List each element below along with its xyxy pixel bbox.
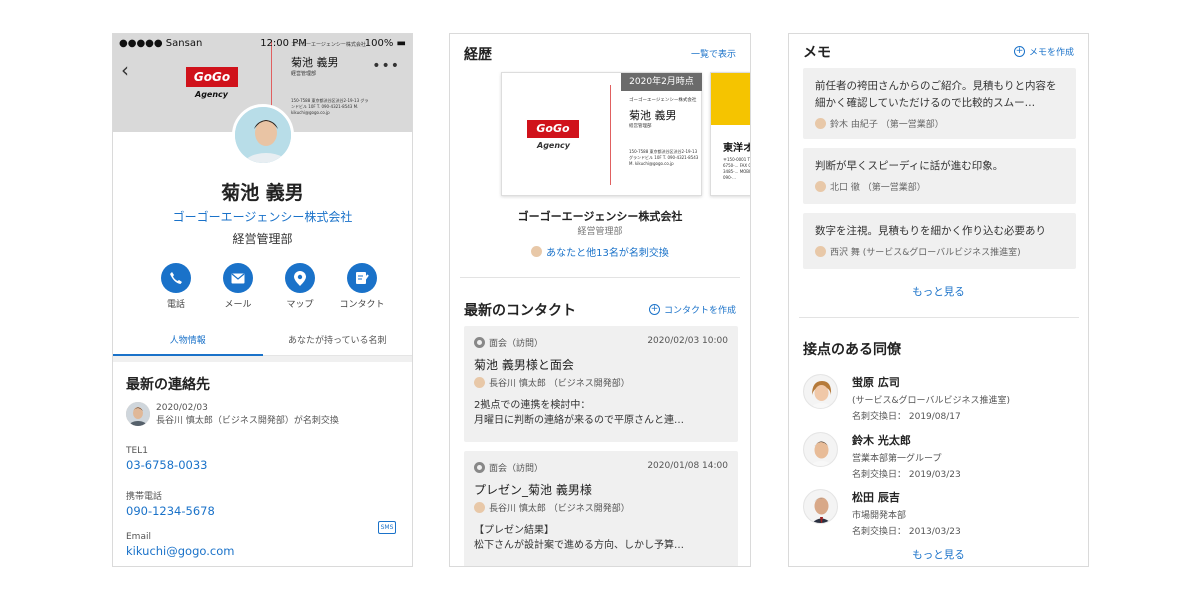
tab-your-cards[interactable]: あなたが持っている名刺 <box>262 332 412 356</box>
colleague-item[interactable]: 松田 辰吉 市場開発本部 名刺交換日： 2013/03/23 <box>803 489 961 537</box>
meeting-icon <box>474 462 485 473</box>
memo-title: メモ <box>803 45 831 61</box>
avatar <box>126 402 150 426</box>
mail-icon <box>231 273 245 283</box>
company-logo: GoGo <box>527 120 579 138</box>
avatar <box>803 374 838 409</box>
call-button[interactable]: 電話 <box>158 263 194 310</box>
map-button[interactable]: マップ <box>282 263 318 310</box>
company-link[interactable]: ゴーゴーエージェンシー株式会社 <box>113 208 412 225</box>
avatar <box>815 246 826 257</box>
avatar <box>803 432 838 467</box>
contacts-title: 最新のコンタクト <box>464 303 576 319</box>
profile-tabs: 人物情報 あなたが持っている名刺 <box>113 332 412 356</box>
create-contact-button[interactable]: + コンタクトを作成 <box>648 303 736 316</box>
contact-info-section: 最新の連絡先 2020/02/03 長谷川 慎太郎（ビジネス開発部）が名刺交換 … <box>113 356 412 566</box>
card-company-name: ゴーゴーエージェンシー株式会社 <box>517 210 683 223</box>
avatar <box>815 181 826 192</box>
memo-item[interactable]: 判断が早くスピーディに話が進む印象。 北口 徹 （第一営業部） <box>803 148 1076 204</box>
memo-item[interactable]: 前任者の袴田さんからのご紹介。見積もりと内容を細かく確認していただけるので比較的… <box>803 68 1076 139</box>
memo-more-link[interactable]: もっと見る <box>789 284 1088 299</box>
mobile-field: 携帯電話 090-1234-5678 <box>126 492 215 518</box>
contact-card[interactable]: 面会（訪問） 2020/02/03 10:00 菊池 義男様と面会 長谷川 慎太… <box>464 326 738 442</box>
plus-circle-icon: + <box>1013 46 1025 57</box>
action-bar: 電話 メール マップ コンタクト <box>158 263 385 310</box>
contact-button[interactable]: コンタクト <box>339 263 385 310</box>
tel-field: TEL1 03-6758-0033 <box>126 446 208 472</box>
email-link[interactable]: kikuchi@gogo.com <box>126 544 234 558</box>
map-pin-icon <box>294 270 306 286</box>
company-logo: GoGo <box>186 67 238 87</box>
email-field: Email kikuchi@gogo.com <box>126 532 235 558</box>
status-time: 12:00 PM <box>260 37 307 49</box>
person-name: 菊池 義男 <box>221 182 304 204</box>
colleagues-more-link[interactable]: もっと見る <box>789 547 1088 562</box>
avatar <box>815 118 826 129</box>
meeting-icon <box>474 337 485 348</box>
contact-card[interactable]: 面会（訪問） 2020/01/08 14:00 プレゼン_菊池 義男様 長谷川 … <box>464 451 738 566</box>
avatar <box>531 246 543 257</box>
recent-date: 2020/02/03 <box>156 403 208 413</box>
mail-button[interactable]: メール <box>220 263 256 310</box>
colleagues-title: 接点のある同僚 <box>803 342 901 358</box>
card-name: 菊池 義男 <box>291 56 339 69</box>
business-card-image[interactable]: GoGo Agency ゴーゴーエージェンシー株式会社 菊池 義男 経営管理部 … <box>501 72 702 196</box>
avatar <box>803 489 838 524</box>
tab-person-info[interactable]: 人物情報 <box>113 332 263 356</box>
colleague-item[interactable]: 鈴木 光太郎 営業本部第一グループ 名刺交換日： 2019/03/23 <box>803 432 961 480</box>
recent-desc: 長谷川 慎太郎（ビジネス開発部）が名刺交換 <box>156 416 339 426</box>
create-memo-button[interactable]: + メモを作成 <box>1013 45 1074 58</box>
card-department: 経営管理部 <box>577 227 623 237</box>
avatar <box>474 502 485 513</box>
history-panel: 経歴 一覧で表示 GoGo Agency ゴーゴーエージェンシー株式会社 菊池 … <box>449 33 751 567</box>
profile-panel: GoGo Agency ゴーゴーエージェンシー株式会社 菊池 義男 経営管理部 … <box>112 33 413 567</box>
phone-icon <box>170 272 182 284</box>
exchange-link[interactable]: あなたと他13名が名刺交換 <box>450 244 750 259</box>
view-list-link[interactable]: 一覧で表示 <box>691 47 736 60</box>
tel-link[interactable]: 03-6758-0033 <box>126 458 207 472</box>
back-chevron-icon[interactable]: ‹ <box>121 58 129 82</box>
card-address: 150-7588 東京都渋谷区渋谷2-19-13 グランドビル 10F T. 0… <box>291 98 369 115</box>
memo-item[interactable]: 数字を注視。見積もりを細かく作り込む必要あり 西沢 舞 (サービス&グローバルビ… <box>803 213 1076 269</box>
recent-contact-row: 2020/02/03 長谷川 慎太郎（ビジネス開発部）が名刺交換 <box>126 402 339 428</box>
card-dept: 経営管理部 <box>291 71 317 77</box>
more-options-icon[interactable]: ••• <box>372 58 400 74</box>
department: 経営管理部 <box>232 232 293 246</box>
company-logo-sub: Agency <box>195 90 228 99</box>
status-battery: 100% ▬ <box>364 37 406 49</box>
plus-circle-icon: + <box>648 304 660 315</box>
date-badge: 2020年2月時点 <box>621 73 702 91</box>
sms-icon[interactable]: SMS <box>378 521 396 534</box>
colleague-item[interactable]: 蛍原 広司 (サービス&グローバルビジネス推進室) 名刺交換日： 2019/08… <box>803 374 1010 422</box>
status-carrier: ●●●●● Sansan <box>119 37 203 49</box>
divider <box>460 277 740 278</box>
business-card-next[interactable]: 東洋オ 〒150-0001 TEL 03-6750-... FAX 03-348… <box>710 72 750 196</box>
company-logo-sub: Agency <box>537 141 570 150</box>
avatar <box>232 104 294 166</box>
history-title: 経歴 <box>464 47 492 63</box>
memo-panel: メモ + メモを作成 前任者の袴田さんからのご紹介。見積もりと内容を細かく確認し… <box>788 33 1089 567</box>
divider <box>799 317 1079 318</box>
status-bar: ●●●●● Sansan 12:00 PM 100% ▬ <box>113 34 412 52</box>
avatar <box>474 377 485 388</box>
mobile-link[interactable]: 090-1234-5678 <box>126 504 215 518</box>
section-title: 最新の連絡先 <box>126 377 210 393</box>
edit-note-icon <box>356 272 369 284</box>
